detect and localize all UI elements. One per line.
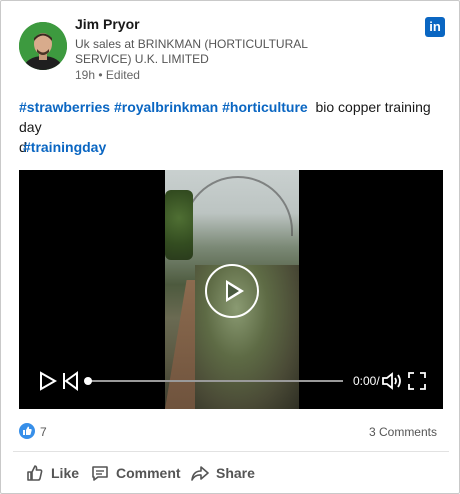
like-button[interactable]: Like [26,463,86,485]
comment-label: Comment [116,465,181,481]
play-icon[interactable] [205,264,259,318]
avatar-photo [19,22,67,70]
post-card: Jim Pryor Uk sales at BRINKMAN (HORTICUL… [0,0,460,494]
like-reaction-icon [19,423,35,439]
share-button[interactable]: Share [191,463,261,485]
volume-icon[interactable] [381,371,403,391]
divider [13,451,449,452]
like-icon [27,465,43,481]
linkedin-icon[interactable]: in [425,17,445,37]
comments-count[interactable]: 3 Comments [369,425,437,439]
seek-handle[interactable] [84,377,92,385]
share-icon [191,466,209,481]
post-timestamp: 19h • Edited [75,68,140,82]
video-time: 0:00/ [353,374,380,388]
author-name[interactable]: Jim Pryor [75,16,140,32]
comment-button[interactable]: Comment [91,463,191,485]
play-small-icon[interactable] [39,371,57,391]
hashtag-royalbrinkman[interactable]: #royalbrinkman [114,99,218,115]
hashtag-trainingday[interactable]: #trainingday [23,137,106,157]
share-label: Share [216,465,255,481]
video-player[interactable]: 0:00/ [19,170,443,409]
hashtag-horticulture[interactable]: #horticulture [222,99,308,115]
like-count: 7 [40,425,47,439]
seek-bar[interactable] [84,377,343,385]
fullscreen-icon[interactable] [408,372,426,390]
skip-back-icon[interactable] [61,371,79,391]
like-label: Like [51,465,80,481]
author-headline: Uk sales at BRINKMAN (HORTICULTURAL SERV… [75,37,308,66]
comment-icon [92,466,108,481]
avatar[interactable] [19,22,67,70]
hashtag-strawberries[interactable]: #strawberries [19,99,110,115]
